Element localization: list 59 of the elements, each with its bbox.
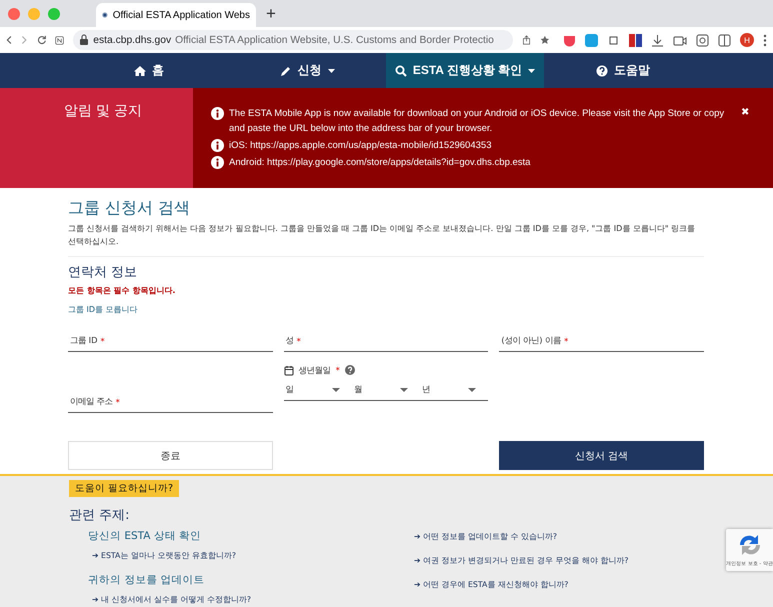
forgot-id-link[interactable]: 그룹 ID를 모릅니다 xyxy=(68,304,138,316)
calendar-icon xyxy=(284,364,294,376)
browser-tab[interactable]: Official ESTA Application Webs xyxy=(96,3,256,27)
url-domain: esta.cbp.dhs.gov xyxy=(93,34,172,46)
caret-icon xyxy=(332,388,340,392)
extension-icon[interactable] xyxy=(629,34,642,46)
screenshot-icon[interactable] xyxy=(696,34,709,46)
download-icon[interactable] xyxy=(651,34,664,46)
tab-title: Official ESTA Application Webs xyxy=(112,10,250,20)
nav-tab[interactable]: 홈 xyxy=(70,53,228,88)
caret-icon xyxy=(400,388,408,392)
input-field[interactable]: (성이 아닌) 이름 * xyxy=(499,322,704,352)
share-icon[interactable] xyxy=(522,33,532,47)
nav-tab[interactable]: 도움말 xyxy=(544,53,702,88)
close-button[interactable]: ✖ xyxy=(741,106,749,118)
input-field[interactable]: 이메일 주소 * xyxy=(68,383,273,413)
topic-link[interactable]: 당신의 ESTA 상태 확인 xyxy=(88,529,414,543)
page-heading: 그룹 신청서 검색 xyxy=(68,198,192,218)
info-icon xyxy=(211,156,224,169)
new-tab-button[interactable]: + xyxy=(266,4,276,24)
notice-message: iOS: https://apps.apple.com/us/app/esta-mobile/id1529604353 xyxy=(229,139,492,153)
section-heading: 연락처 정보 xyxy=(68,264,138,281)
field-label: 생년월일 xyxy=(298,364,331,376)
search-icon xyxy=(394,64,407,76)
reader-icon[interactable] xyxy=(55,34,64,46)
section-heading: 관련 주제: xyxy=(69,507,131,524)
help-icon xyxy=(596,64,608,76)
more-icon[interactable] xyxy=(763,34,767,46)
input-field[interactable]: 성 * xyxy=(284,322,488,352)
nav-tab[interactable]: 신청 xyxy=(228,53,386,88)
info-icon xyxy=(211,139,224,152)
address-bar[interactable]: esta.cbp.dhs.gov Official ESTA Application Website, U.S. Customs and Border Protectio xyxy=(73,30,514,50)
close-button[interactable]: 종료 xyxy=(68,441,273,470)
notice-title: 알림 및 공지 xyxy=(64,102,142,118)
required-note: 모든 항목은 필수 항목입니다. xyxy=(68,285,176,297)
dropdown-select[interactable]: 월 xyxy=(352,384,420,395)
dropdown-select[interactable]: 일 xyxy=(284,384,352,395)
info-icon xyxy=(211,107,224,120)
dropdown-select[interactable]: 년 xyxy=(420,384,488,395)
profile-avatar[interactable]: H xyxy=(740,33,754,47)
page-title: Official ESTA Application Website, U.S. Customs and Border Protectio xyxy=(175,34,494,46)
reload-icon[interactable] xyxy=(36,33,46,47)
lock-icon xyxy=(79,34,90,46)
nav-tab[interactable]: ESTA 진행상황 확인 xyxy=(386,53,544,88)
pocket-icon[interactable] xyxy=(563,34,576,46)
help-icon[interactable] xyxy=(344,365,355,375)
topic-link[interactable]: 귀하의 정보를 업데이트 xyxy=(88,573,414,587)
help-badge: 도움이 필요하십니까? xyxy=(69,480,180,497)
pencil-icon xyxy=(280,64,292,76)
search-button[interactable]: 신청서 검색 xyxy=(499,441,704,470)
caret-icon xyxy=(468,388,476,392)
input-field[interactable]: 그룹 ID * xyxy=(68,322,273,352)
notice-message: The ESTA Mobile App is now available for download on your Android or iOS device. Please visit the App Store or copy and paste the URL below into the address bar of your browser. xyxy=(229,107,726,136)
notice-message: Android: https://play.google.com/store/apps/details?id=gov.dhs.cbp.esta xyxy=(229,156,530,170)
sidebar-icon[interactable] xyxy=(718,34,731,46)
description-text: 그룹 신청서를 검색하기 위해서는 다음 정보가 필요합니다. 그룹을 만들었을 때 그룹 ID는 이메일 주소로 보내졌습니다. 만일 그룹 ID를 모를 경우, "그룹 ID를 모릅니다" 링크를 선택하십시오. xyxy=(68,223,696,248)
home-icon xyxy=(134,64,146,76)
video-icon[interactable] xyxy=(673,34,687,46)
required-mark: * xyxy=(336,365,340,375)
